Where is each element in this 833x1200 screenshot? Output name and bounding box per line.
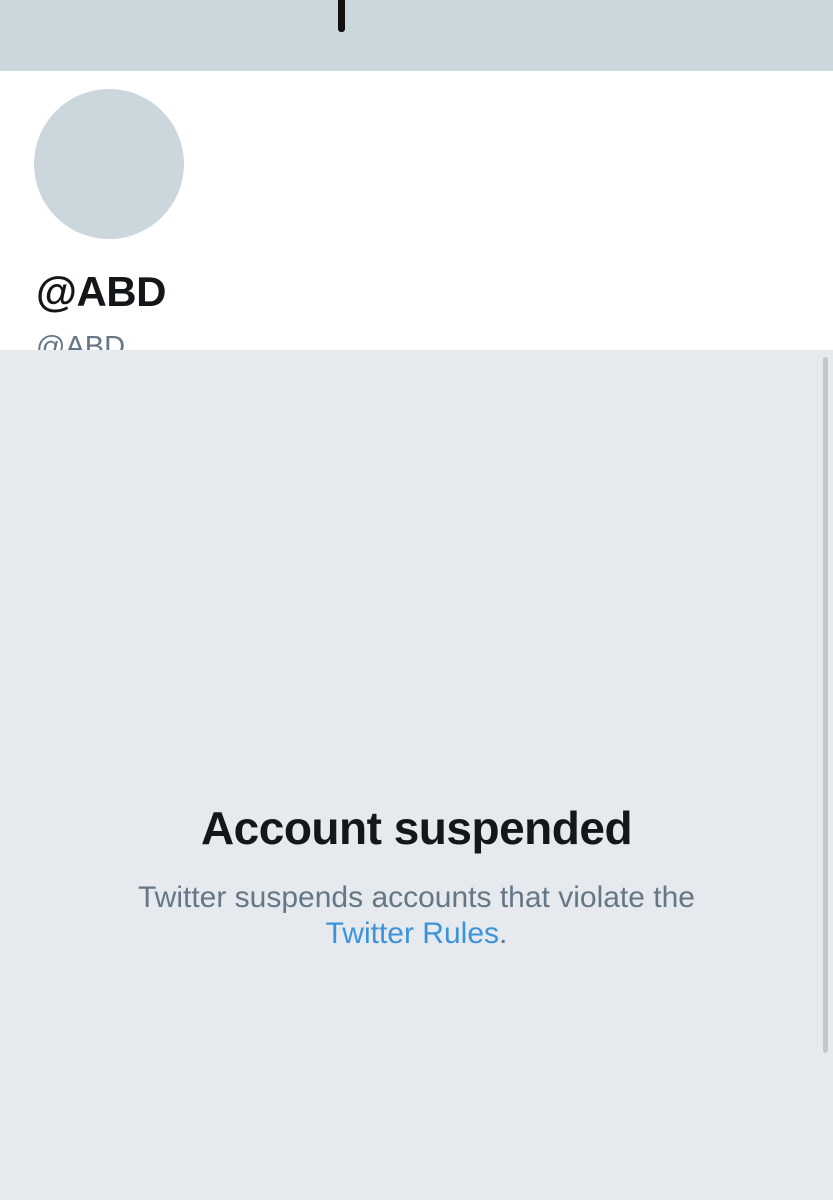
suspension-message-period: . [499,917,508,950]
suspension-notice: Account suspended Twitter suspends accou… [0,800,833,952]
avatar [27,82,191,246]
profile-header: @ABD @ABD [0,71,833,363]
profile-display-name: @ABD [36,268,166,315]
profile-banner [0,0,833,71]
suspension-title: Account suspended [200,802,633,854]
suspension-message-text: Twitter suspends accounts that violate t… [138,881,695,914]
suspension-message: Twitter suspends accounts that violate t… [97,880,737,952]
twitter-rules-link[interactable]: Twitter Rules [326,917,499,950]
banner-mark [338,0,345,32]
timeline-area [0,350,833,1200]
